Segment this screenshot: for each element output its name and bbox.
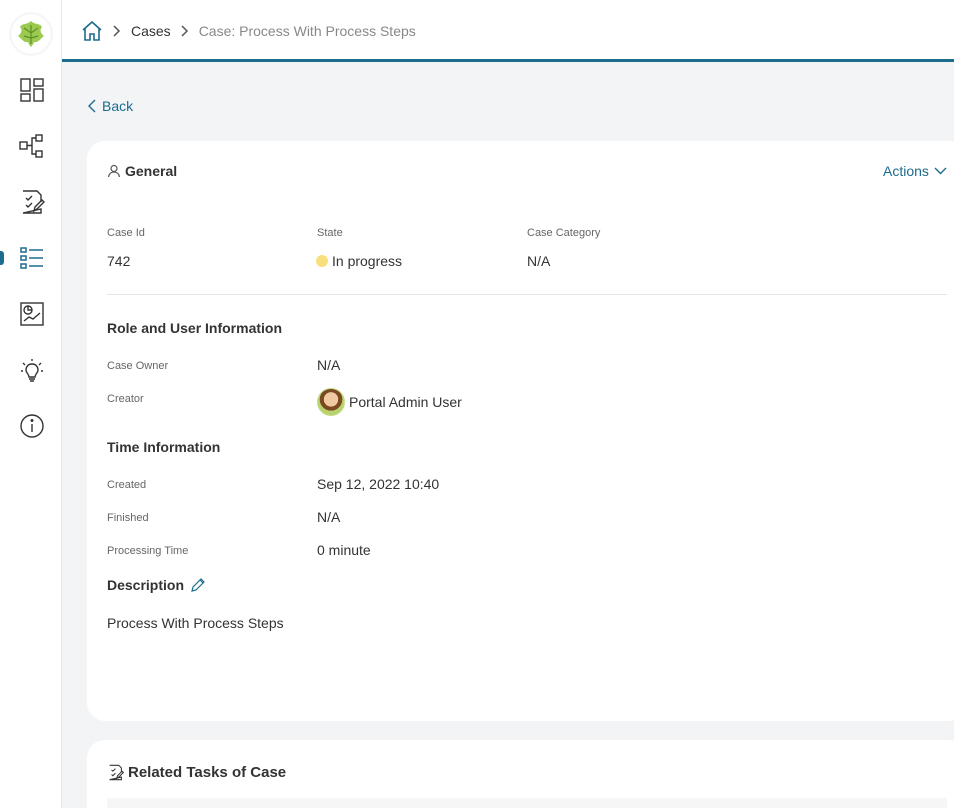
case-id-value: 742 [107,253,131,269]
created-label: Created [107,479,147,491]
case-owner-label: Case Owner [107,360,169,372]
finished-value: N/A [317,509,341,525]
time-section-title: Time Information [107,439,221,455]
general-section-title: General [107,163,177,179]
active-nav-marker [0,251,4,265]
breadcrumb: Cases Case: Process With Process Steps [81,20,416,42]
header: Cases Case: Process With Process Steps [62,0,954,62]
case-id-label: Case Id [107,227,145,239]
logo-icon[interactable] [11,14,51,54]
chevron-left-icon [88,99,96,113]
description-title-text: Description [107,577,185,593]
back-link[interactable]: Back [88,98,133,114]
user-icon [107,164,121,178]
ideas-icon[interactable] [19,357,45,383]
cases-icon[interactable] [19,245,45,271]
breadcrumb-current-case: Case: Process With Process Steps [198,23,416,39]
description-text: Process With Process Steps [107,615,284,631]
chevron-down-icon [934,167,947,175]
state-indicator-icon [316,255,328,267]
back-label: Back [102,98,134,114]
role-section-title: Role and User Information [107,320,283,336]
tasks-icon[interactable] [19,189,45,215]
processing-time-value: 0 minute [317,542,371,558]
info-icon[interactable] [19,413,45,439]
case-owner-value: N/A [317,357,341,373]
case-category-value: N/A [527,253,551,269]
state-label: State [317,227,343,239]
case-details-card: General Actions Case Id 742 State In pro… [87,141,954,721]
breadcrumb-cases[interactable]: Cases [131,23,171,39]
creator-name: Portal Admin User [349,394,462,410]
processing-time-label: Processing Time [107,545,189,557]
chevron-right-icon [113,25,121,37]
actions-dropdown[interactable]: Actions [883,163,947,179]
related-tasks-card: Related Tasks of Case [87,740,954,808]
tasks-icon [109,764,124,781]
description-section-title: Description [107,577,206,593]
chevron-right-icon [181,25,189,37]
divider [107,294,947,295]
state-text: In progress [332,253,403,269]
actions-label: Actions [883,163,929,179]
created-value: Sep 12, 2022 10:40 [317,476,440,492]
home-icon[interactable] [81,20,103,42]
related-tasks-title-text: Related Tasks of Case [128,764,287,781]
edit-pencil-icon[interactable] [190,577,206,593]
processes-icon[interactable] [19,133,45,159]
related-tasks-title: Related Tasks of Case [107,764,286,781]
state-value: In progress [316,253,402,269]
finished-label: Finished [107,512,149,524]
general-title-text: General [125,163,178,179]
sidebar [0,0,62,808]
case-category-label: Case Category [527,227,601,239]
statistics-icon[interactable] [19,301,45,327]
avatar [317,388,345,416]
related-tasks-table-header [107,798,947,808]
creator-value: Portal Admin User [317,388,462,416]
dashboard-icon[interactable] [19,77,45,103]
creator-label: Creator [107,393,144,405]
